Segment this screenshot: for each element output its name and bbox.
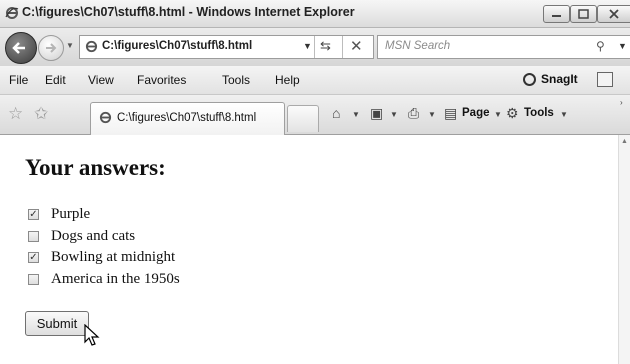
minimize-button[interactable] bbox=[543, 5, 570, 23]
vertical-scrollbar[interactable]: ▲ bbox=[618, 135, 630, 364]
feeds-icon[interactable]: ▣ bbox=[370, 105, 383, 122]
page-menu-icon[interactable]: ▤ bbox=[444, 105, 457, 122]
menu-edit[interactable]: Edit bbox=[45, 73, 66, 87]
forward-arrow-icon bbox=[46, 43, 57, 53]
answer-checkbox[interactable] bbox=[28, 231, 39, 242]
new-tab-button[interactable] bbox=[287, 105, 319, 132]
search-dropdown-icon[interactable]: ▼ bbox=[618, 41, 627, 51]
menu-view[interactable]: View bbox=[88, 73, 114, 87]
favorites-star-icon[interactable]: ☆ bbox=[8, 104, 23, 124]
page-icon bbox=[99, 111, 112, 124]
forward-button[interactable] bbox=[38, 35, 64, 61]
maximize-button[interactable] bbox=[570, 5, 597, 23]
page-menu-button[interactable]: Page bbox=[462, 107, 490, 119]
answer-checkbox[interactable]: ✓ bbox=[28, 209, 39, 220]
address-dropdown-icon[interactable]: ▼ bbox=[303, 41, 312, 51]
search-placeholder[interactable]: MSN Search bbox=[385, 40, 450, 52]
answer-label: Dogs and cats bbox=[51, 228, 136, 244]
mouse-cursor-icon bbox=[84, 324, 100, 346]
divider bbox=[342, 36, 343, 58]
home-dropdown-icon[interactable]: ▼ bbox=[352, 110, 360, 119]
maximize-icon bbox=[578, 9, 589, 19]
print-dropdown-icon[interactable]: ▼ bbox=[428, 110, 436, 119]
snagit-window-icon[interactable] bbox=[597, 72, 613, 87]
page-content: Your answers: ✓ Purple Dogs and cats ✓ B… bbox=[0, 135, 618, 364]
minimize-icon bbox=[552, 15, 561, 17]
menu-bar: File Edit View Favorites Tools Help Snag… bbox=[0, 66, 630, 95]
menu-help[interactable]: Help bbox=[275, 73, 300, 87]
page-heading: Your answers: bbox=[25, 155, 166, 180]
address-url[interactable]: C:\figures\Ch07\stuff\8.html bbox=[102, 40, 252, 52]
divider bbox=[314, 36, 315, 58]
home-icon[interactable]: ⌂ bbox=[332, 105, 340, 121]
tools-menu-button[interactable]: Tools bbox=[524, 107, 554, 119]
back-arrow-icon bbox=[12, 42, 25, 54]
snagit-button[interactable]: SnagIt bbox=[541, 72, 578, 86]
answer-label: America in the 1950s bbox=[51, 271, 180, 287]
snagit-icon bbox=[523, 73, 536, 86]
refresh-icon[interactable]: ⇆ bbox=[320, 38, 331, 54]
address-field[interactable]: C:\figures\Ch07\stuff\8.html ▼ ⇆ ✕ bbox=[79, 35, 374, 59]
title-bar: C:\figures\Ch07\stuff\8.html - Windows I… bbox=[0, 0, 630, 28]
ie-logo-icon bbox=[5, 7, 19, 19]
menu-file[interactable]: File bbox=[9, 73, 28, 87]
page-icon bbox=[85, 40, 98, 53]
tab-bar: ☆ ✩ C:\figures\Ch07\stuff\8.html ⌂ ▼ ▣ ▼… bbox=[0, 95, 630, 135]
print-icon[interactable]: ⎙ bbox=[408, 105, 419, 122]
tab-label[interactable]: C:\figures\Ch07\stuff\8.html bbox=[117, 112, 256, 124]
back-button[interactable] bbox=[5, 32, 37, 64]
menu-favorites[interactable]: Favorites bbox=[137, 73, 186, 87]
scroll-up-arrow-icon[interactable]: ▲ bbox=[621, 138, 628, 145]
gear-icon[interactable]: ⚙ bbox=[506, 105, 519, 122]
answer-checkbox[interactable] bbox=[28, 274, 39, 285]
tab-current-page[interactable]: C:\figures\Ch07\stuff\8.html bbox=[90, 102, 285, 135]
close-button[interactable] bbox=[597, 5, 630, 23]
stop-icon[interactable]: ✕ bbox=[350, 37, 363, 55]
search-box[interactable]: MSN Search ⚲ ▼ bbox=[377, 35, 630, 59]
close-icon bbox=[609, 9, 619, 19]
answer-label: Bowling at midnight bbox=[51, 249, 176, 265]
feeds-dropdown-icon[interactable]: ▼ bbox=[390, 110, 398, 119]
page-menu-dropdown-icon[interactable]: ▼ bbox=[494, 110, 502, 119]
add-favorites-icon[interactable]: ✩ bbox=[34, 104, 48, 124]
window-title: C:\figures\Ch07\stuff\8.html - Windows I… bbox=[22, 5, 355, 19]
chevron-right-icon[interactable]: › bbox=[620, 98, 623, 107]
submit-button[interactable]: Submit bbox=[25, 311, 89, 336]
address-toolbar: ▼ C:\figures\Ch07\stuff\8.html ▼ ⇆ ✕ MSN… bbox=[0, 28, 630, 66]
tools-menu-dropdown-icon[interactable]: ▼ bbox=[560, 110, 568, 119]
menu-tools[interactable]: Tools bbox=[222, 73, 250, 87]
answer-label: Purple bbox=[51, 206, 91, 222]
search-icon[interactable]: ⚲ bbox=[596, 39, 605, 53]
answer-checkbox[interactable]: ✓ bbox=[28, 252, 39, 263]
recent-pages-dropdown-icon[interactable]: ▼ bbox=[66, 41, 74, 50]
